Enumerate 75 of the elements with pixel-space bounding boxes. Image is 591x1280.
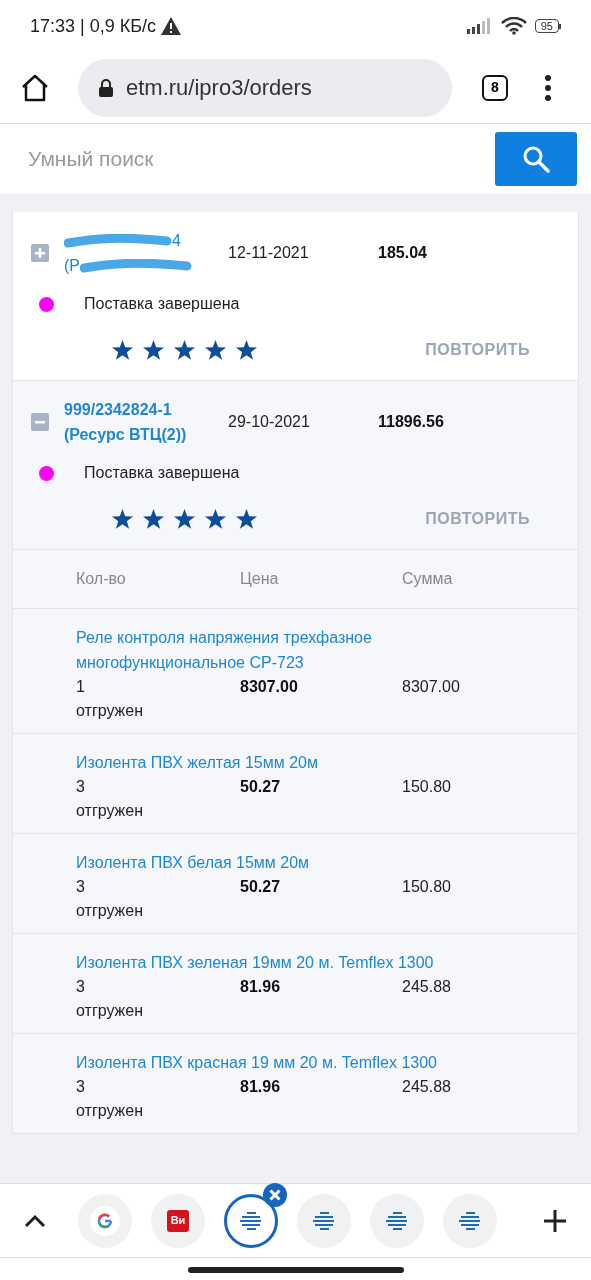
star-icon[interactable] (111, 339, 134, 361)
status-time-speed: 17:33 | 0,9 КБ/с (30, 14, 157, 38)
column-header: Цена (240, 569, 280, 589)
star-icon[interactable] (204, 508, 227, 530)
tab-count-button[interactable]: 8 (482, 74, 508, 101)
battery-level: 95 (534, 19, 559, 33)
item-price: 81.96 (240, 977, 282, 997)
order-number-link[interactable]: 999/2342824-1 (64, 397, 172, 422)
item-quantity: 3 (76, 877, 86, 897)
star-icon[interactable] (111, 508, 134, 530)
item-sum: 245.88 (402, 1077, 452, 1097)
search-field[interactable]: Умный поиск (16, 134, 456, 184)
home-icon[interactable] (20, 73, 50, 102)
order-store-link[interactable]: (Ресурс ВТЦ(2)) (64, 422, 187, 447)
striped-globe-icon (239, 1210, 263, 1231)
item-price: 81.96 (240, 1077, 282, 1097)
order-total: 11896.56 (378, 412, 444, 432)
wifi-icon (500, 17, 527, 35)
browser-tab[interactable] (224, 1193, 278, 1248)
close-icon[interactable] (262, 1181, 288, 1208)
more-menu-icon[interactable] (544, 74, 552, 101)
site-logo-badge: Ви (167, 1209, 189, 1232)
url-text: etm.ru/ipro3/orders (126, 74, 312, 102)
item-sum: 150.80 (402, 877, 452, 897)
item-name-link[interactable]: Реле контроля напряжения трехфазное многофункциональное CP-723 (76, 625, 558, 675)
order-status: Поставка завершена (84, 463, 240, 483)
striped-globe-icon (458, 1210, 482, 1231)
chevron-up-icon[interactable] (24, 1213, 46, 1228)
item-price: 50.27 (240, 777, 282, 797)
item-quantity: 3 (76, 1077, 86, 1097)
column-header: Кол-во (76, 569, 127, 589)
star-icon[interactable] (235, 339, 258, 361)
item-quantity: 3 (76, 777, 86, 797)
star-icon[interactable] (204, 339, 227, 361)
item-price: 50.27 (240, 877, 282, 897)
item-status: отгружен (76, 701, 145, 721)
item-name-link[interactable]: Изолента ПВХ красная 19 мм 20 м. Temflex 1300 (76, 1050, 558, 1075)
item-status: отгружен (76, 801, 145, 821)
star-icon[interactable] (173, 339, 196, 361)
item-sum: 8307.00 (402, 677, 461, 697)
star-icon[interactable] (173, 508, 196, 530)
star-icon[interactable] (142, 339, 165, 361)
star-icon[interactable] (235, 508, 258, 530)
address-bar[interactable]: etm.ru/ipro3/orders (78, 58, 452, 117)
repeat-button[interactable]: ПОВТОРИТЬ (425, 338, 530, 362)
order-date: 29-10-2021 (228, 412, 311, 432)
warning-icon (160, 16, 183, 36)
order-date: 12-11-2021 (228, 243, 310, 263)
column-header: Сумма (402, 569, 454, 589)
search-icon (522, 145, 550, 173)
star-icon[interactable] (142, 508, 165, 530)
striped-globe-icon (385, 1210, 409, 1231)
item-status: отгружен (76, 901, 145, 921)
item-name-link[interactable]: Изолента ПВХ зеленая 19мм 20 м. Temflex 1300 (76, 950, 558, 975)
lock-icon (98, 77, 114, 98)
striped-globe-icon (312, 1210, 336, 1231)
order-total: 185.04 (378, 243, 427, 263)
item-sum: 150.80 (402, 777, 452, 797)
item-status: отгружен (76, 1101, 145, 1121)
item-quantity: 1 (76, 677, 86, 697)
new-tab-icon[interactable] (543, 1208, 567, 1233)
repeat-button[interactable]: ПОВТОРИТЬ (425, 507, 530, 531)
item-sum: 245.88 (402, 977, 452, 997)
order-store-link[interactable]: (Р (64, 253, 80, 278)
signal-icon (466, 18, 493, 34)
search-button[interactable] (495, 132, 577, 186)
item-name-link[interactable]: Изолента ПВХ белая 15мм 20м (76, 850, 558, 875)
order-number-link[interactable]: 4 (172, 228, 181, 253)
item-name-link[interactable]: Изолента ПВХ желтая 15мм 20м (76, 750, 558, 775)
item-status: отгружен (76, 1001, 145, 1021)
item-price: 8307.00 (240, 677, 299, 697)
item-quantity: 3 (76, 977, 86, 997)
order-status: Поставка завершена (84, 294, 240, 314)
browser-tab[interactable]: Ви (151, 1193, 205, 1248)
google-g-icon (90, 1205, 120, 1236)
